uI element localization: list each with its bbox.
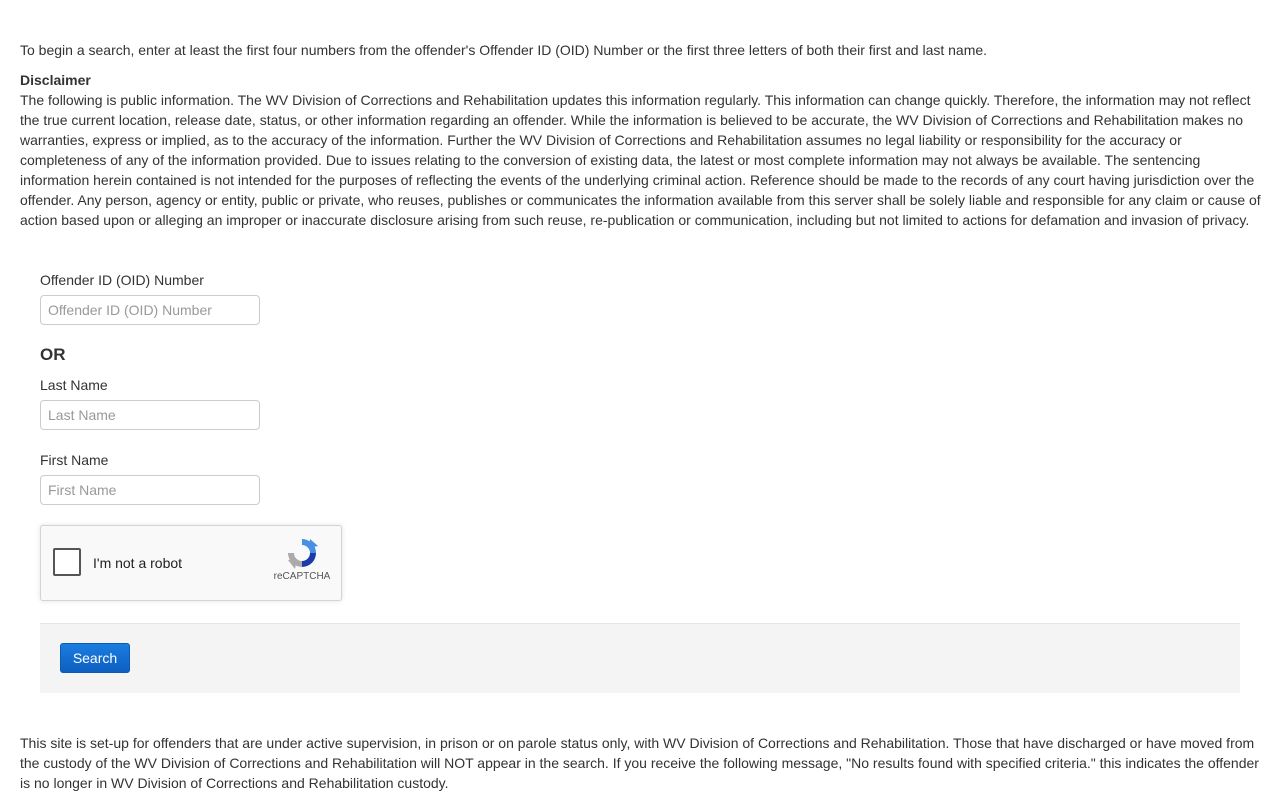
- last-name-label: Last Name: [40, 377, 108, 393]
- first-name-input[interactable]: [40, 475, 260, 505]
- disclaimer-title: Disclaimer: [20, 72, 91, 88]
- oid-input[interactable]: [40, 295, 260, 325]
- disclaimer-text: The following is public information. The…: [20, 92, 1261, 228]
- recaptcha-checkbox[interactable]: [53, 548, 81, 576]
- disclaimer: Disclaimer The following is public infor…: [20, 70, 1265, 230]
- recaptcha-brand: reCAPTCHA: [273, 571, 331, 582]
- search-button[interactable]: Search: [60, 643, 130, 673]
- recaptcha-widget: I'm not a robot reCAPTCHA: [40, 525, 342, 601]
- page: To begin a search, enter at least the fi…: [0, 0, 1280, 800]
- offender-search-form: Offender ID (OID) Number OR Last Name Fi…: [40, 270, 1240, 693]
- recaptcha-logo-icon: [288, 539, 318, 569]
- search-instructions: To begin a search, enter at least the fi…: [20, 42, 988, 58]
- last-name-input[interactable]: [40, 400, 260, 430]
- or-separator: OR: [40, 345, 66, 364]
- oid-label: Offender ID (OID) Number: [40, 272, 204, 288]
- form-actions-bar: Search: [40, 623, 1240, 693]
- supervision-notice: This site is set-up for offenders that a…: [20, 735, 1259, 791]
- first-name-label: First Name: [40, 452, 109, 468]
- recaptcha-label: I'm not a robot: [93, 555, 183, 571]
